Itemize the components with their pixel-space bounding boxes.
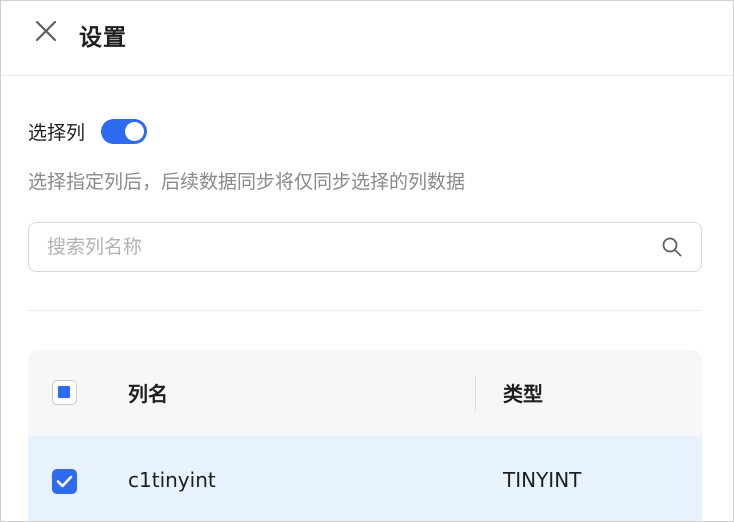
search-box[interactable] (28, 222, 702, 272)
search-icon[interactable] (661, 236, 683, 258)
column-select-toggle[interactable] (101, 119, 147, 144)
column-header-type: 类型 (503, 382, 543, 406)
row-column-name: c1tinyint (128, 468, 216, 492)
column-select-description: 选择指定列后，后续数据同步将仅同步选择的列数据 (28, 171, 466, 193)
close-button[interactable] (31, 16, 61, 46)
search-input[interactable] (47, 233, 647, 261)
table-header: 列名 类型 (28, 350, 702, 436)
table-row[interactable]: c1tinyint TINYINT (28, 436, 702, 521)
page-title: 设置 (79, 25, 127, 51)
toggle-knob (125, 122, 144, 141)
settings-panel: 设置 选择列 选择指定列后，后续数据同步将仅同步选择的列数据 列名 类型 (0, 0, 734, 522)
close-icon[interactable] (31, 16, 61, 46)
column-select-label: 选择列 (28, 122, 86, 144)
column-header-name: 列名 (128, 382, 168, 406)
checkmark-icon (56, 475, 73, 488)
columns-table: 列名 类型 c1tinyint TINYINT (28, 350, 702, 521)
indeterminate-mark (58, 386, 70, 398)
row-column-type: TINYINT (503, 468, 582, 492)
panel-header: 设置 (1, 1, 733, 76)
divider (28, 310, 702, 311)
row-checkbox[interactable] (52, 469, 77, 494)
select-all-checkbox[interactable] (52, 380, 77, 405)
column-divider (475, 375, 476, 411)
